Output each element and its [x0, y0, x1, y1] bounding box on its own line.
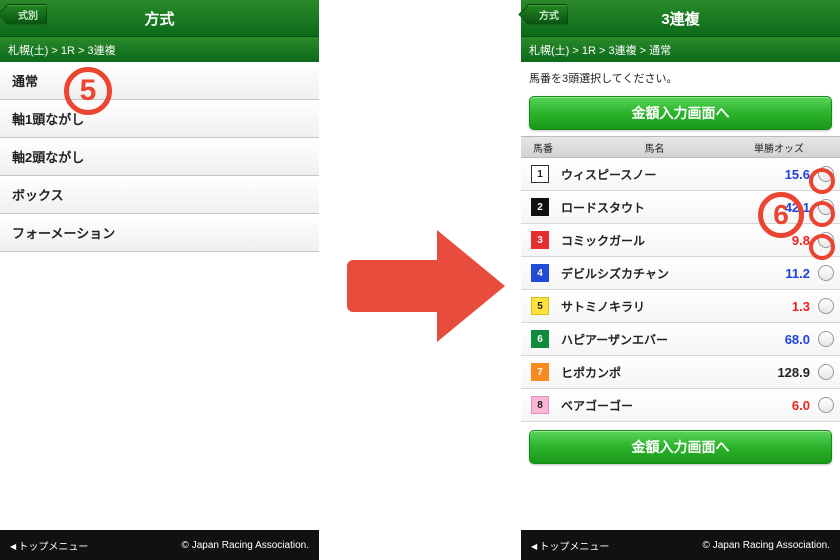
- horse-number: 7: [523, 363, 557, 381]
- amount-entry-button-top[interactable]: 金額入力画面へ: [529, 96, 832, 130]
- horse-odds: 128.9: [754, 365, 814, 380]
- horse-odds: 42.1: [754, 200, 814, 215]
- horse-row[interactable]: 7ヒポカンポ128.9: [521, 356, 840, 389]
- right-title: 3連複: [661, 8, 699, 29]
- footer-top-menu-left[interactable]: トップメニュー: [10, 538, 88, 553]
- left-title: 方式: [144, 8, 174, 29]
- method-option[interactable]: フォーメーション: [0, 214, 319, 252]
- transition-arrow-icon: [347, 230, 505, 342]
- footer-copyright-left: © Japan Racing Association.: [182, 540, 309, 551]
- horse-number: 3: [523, 231, 557, 249]
- left-titlebar: 式別 方式: [0, 0, 319, 36]
- footer-top-menu-right[interactable]: トップメニュー: [531, 538, 609, 553]
- left-footer: トップメニュー © Japan Racing Association.: [0, 530, 319, 560]
- horse-odds: 1.3: [754, 299, 814, 314]
- method-option[interactable]: 通常: [0, 62, 319, 100]
- amount-entry-button-bottom[interactable]: 金額入力画面へ: [529, 430, 832, 464]
- right-breadcrumb: 札幌(土) > 1R > 3連複 > 通常: [521, 36, 840, 62]
- horse-row[interactable]: 1ウィスピースノー15.6: [521, 158, 840, 191]
- footer-copyright-right: © Japan Racing Association.: [703, 540, 830, 551]
- left-breadcrumb: 札幌(土) > 1R > 3連複: [0, 36, 319, 62]
- left-body: 通常軸1頭ながし軸2頭ながしボックスフォーメーション: [0, 62, 319, 530]
- horse-select-radio[interactable]: [814, 232, 838, 248]
- horse-row[interactable]: 2ロードスタウト42.1: [521, 191, 840, 224]
- horse-name: ベアゴーゴー: [557, 397, 754, 414]
- horse-name: サトミノキラリ: [557, 298, 754, 315]
- horse-number: 4: [523, 264, 557, 282]
- horse-number: 2: [523, 198, 557, 216]
- method-option[interactable]: 軸1頭ながし: [0, 100, 319, 138]
- horse-name: コミックガール: [557, 232, 754, 249]
- column-headers: 馬番 馬名 単勝オッズ: [521, 136, 840, 158]
- horse-odds: 11.2: [754, 266, 814, 281]
- horse-row[interactable]: 5サトミノキラリ1.3: [521, 290, 840, 323]
- horse-number: 1: [523, 165, 557, 183]
- horse-name: デビルシズカチャン: [557, 265, 754, 282]
- horse-name: ハピアーザンエバー: [557, 331, 754, 348]
- left-screen: 式別 方式 札幌(土) > 1R > 3連複 通常軸1頭ながし軸2頭ながしボック…: [0, 0, 319, 560]
- right-titlebar: 方式 3連複: [521, 0, 840, 36]
- horse-number: 5: [523, 297, 557, 315]
- horse-odds: 15.6: [754, 167, 814, 182]
- horse-select-radio[interactable]: [814, 265, 838, 281]
- method-option[interactable]: ボックス: [0, 176, 319, 214]
- method-list: 通常軸1頭ながし軸2頭ながしボックスフォーメーション: [0, 62, 319, 252]
- back-button-right[interactable]: 方式: [526, 4, 568, 25]
- horse-row[interactable]: 4デビルシズカチャン11.2: [521, 257, 840, 290]
- horse-odds: 68.0: [754, 332, 814, 347]
- horse-row[interactable]: 8ベアゴーゴー6.0: [521, 389, 840, 422]
- horse-number: 8: [523, 396, 557, 414]
- horse-name: ウィスピースノー: [557, 166, 754, 183]
- horse-number: 6: [523, 330, 557, 348]
- horse-row[interactable]: 6ハピアーザンエバー68.0: [521, 323, 840, 356]
- horse-list: 1ウィスピースノー15.62ロードスタウト42.13コミックガール9.84デビル…: [521, 158, 840, 422]
- col-odds: 単勝オッズ: [744, 137, 814, 157]
- horse-name: ロードスタウト: [557, 199, 754, 216]
- horse-select-radio[interactable]: [814, 199, 838, 215]
- col-name: 馬名: [565, 137, 744, 157]
- horse-name: ヒポカンポ: [557, 364, 754, 381]
- horse-select-radio[interactable]: [814, 331, 838, 347]
- horse-select-radio[interactable]: [814, 298, 838, 314]
- horse-odds: 6.0: [754, 398, 814, 413]
- horse-select-radio[interactable]: [814, 166, 838, 182]
- method-option[interactable]: 軸2頭ながし: [0, 138, 319, 176]
- col-num: 馬番: [521, 137, 565, 157]
- right-screen: 方式 3連複 札幌(土) > 1R > 3連複 > 通常 馬番を3頭選択してくだ…: [521, 0, 840, 560]
- right-footer: トップメニュー © Japan Racing Association.: [521, 530, 840, 560]
- horse-select-radio[interactable]: [814, 364, 838, 380]
- horse-row[interactable]: 3コミックガール9.8: [521, 224, 840, 257]
- instruction-text: 馬番を3頭選択してください。: [521, 62, 840, 92]
- right-body: 馬番を3頭選択してください。 金額入力画面へ 馬番 馬名 単勝オッズ 1ウィスピ…: [521, 62, 840, 530]
- back-button-left[interactable]: 式別: [5, 4, 47, 25]
- horse-odds: 9.8: [754, 233, 814, 248]
- horse-select-radio[interactable]: [814, 397, 838, 413]
